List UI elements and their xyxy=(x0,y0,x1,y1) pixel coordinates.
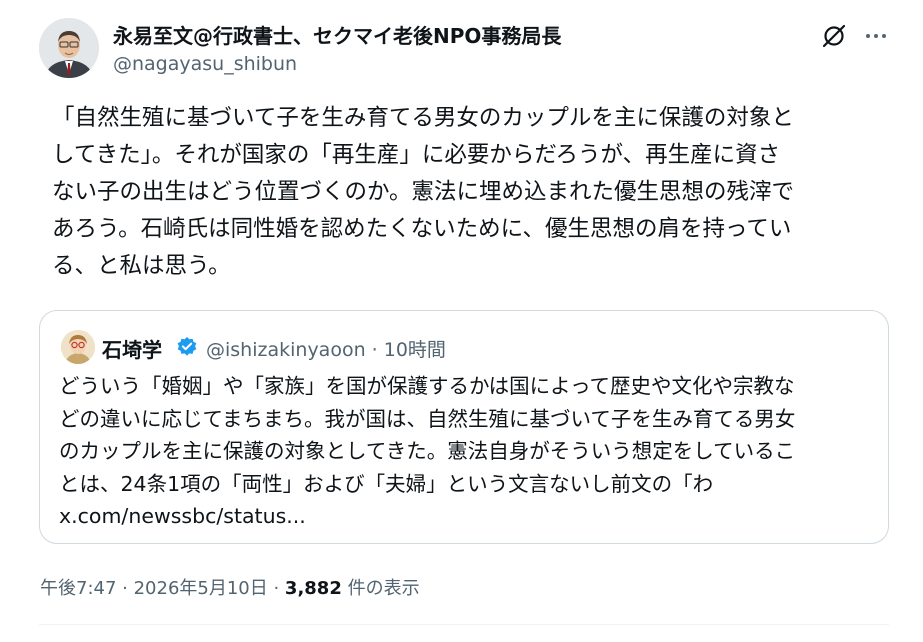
author-avatar[interactable] xyxy=(39,18,99,78)
quoted-tweet-text: どういう「婚姻」や「家族」を国が保護するかは国によって歴史や文化や宗教な どの違… xyxy=(59,374,796,528)
author-display-name[interactable]: 永易至文@行政書士、セクマイ老後NPO事務局長 xyxy=(113,20,561,49)
more-options-icon[interactable] xyxy=(862,22,890,50)
quoted-author-avatar[interactable] xyxy=(61,330,95,364)
views-count: 3,882 xyxy=(284,578,342,599)
quoted-author-handle-time[interactable]: @ishizakinyaoon · 10時間 xyxy=(206,335,446,362)
tweet: 永易至文@行政書士、セクマイ老後NPO事務局長 @nagayasu_shibun… xyxy=(0,0,923,642)
quoted-author-name[interactable]: 石埼学 xyxy=(102,334,162,363)
verified-badge-icon xyxy=(176,336,198,358)
tweet-metadata: 午後7:47 · 2026年5月10日 · 3,882 件の表示 xyxy=(40,574,420,600)
author-handle[interactable]: @nagayasu_shibun xyxy=(113,53,297,75)
divider xyxy=(39,624,889,625)
timestamp[interactable]: 午後7:47 · 2026年5月10日 · xyxy=(40,578,285,599)
views-label: 件の表示 xyxy=(341,578,420,599)
tweet-text: 「自然生殖に基づいて子を生み育てる男女のカップルを主に保護の対象と してきた」。… xyxy=(52,105,795,279)
grok-icon[interactable] xyxy=(820,22,848,50)
quoted-tweet[interactable]: 石埼学 @ishizakinyaoon · 10時間 どういう「婚姻」や「家族」… xyxy=(39,310,889,544)
